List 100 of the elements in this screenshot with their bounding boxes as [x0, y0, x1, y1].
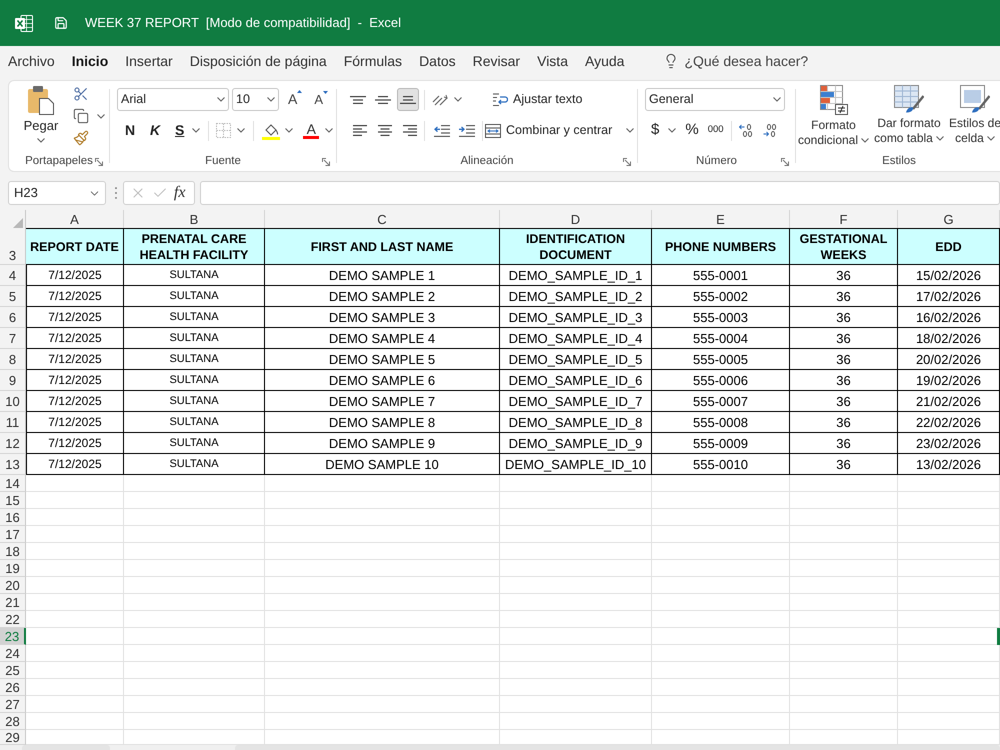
caret-icon[interactable] — [267, 97, 275, 102]
currency-button[interactable]: $ — [651, 119, 660, 142]
save-icon[interactable] — [54, 16, 68, 30]
menu-tab[interactable]: Datos — [419, 50, 456, 72]
row-number[interactable]: 26 — [0, 679, 26, 696]
caret-icon[interactable] — [861, 138, 870, 144]
menu-tab[interactable]: Fórmulas — [344, 50, 402, 72]
spreadsheet-logo-icon[interactable] — [15, 14, 33, 32]
row-number[interactable]: 13 — [0, 454, 26, 475]
row-number[interactable]: 6 — [0, 307, 26, 328]
grow-font-button[interactable]: A — [288, 89, 302, 110]
conditional-formatting-button[interactable]: Formato condicional — [796, 118, 871, 148]
font-size-field[interactable]: 10 — [232, 88, 279, 111]
caret-icon[interactable] — [454, 97, 462, 102]
more-options-icon[interactable] — [114, 187, 117, 199]
row-number[interactable]: 24 — [0, 645, 26, 662]
wrap-text-button[interactable]: Ajustar texto — [493, 88, 634, 111]
formula-input[interactable] — [200, 181, 1000, 205]
italic-button[interactable]: K — [150, 120, 164, 141]
row-number[interactable]: 19 — [0, 560, 26, 577]
row-number[interactable]: 14 — [0, 475, 26, 492]
percent-button[interactable]: % — [685, 119, 699, 142]
cut-icon[interactable] — [73, 86, 89, 102]
align-top-icon[interactable] — [350, 96, 366, 104]
dialog-launcher-icon[interactable] — [95, 158, 103, 166]
row-number[interactable]: 25 — [0, 662, 26, 679]
dialog-launcher-icon[interactable] — [781, 158, 789, 166]
copy-icon[interactable] — [73, 108, 89, 124]
search-field[interactable]: ¿Qué desea hacer? — [684, 50, 808, 72]
vertical-align-button[interactable] — [397, 88, 419, 111]
align-bottom-icon[interactable] — [400, 96, 416, 104]
menu-tab[interactable]: Archivo — [8, 50, 55, 72]
menu-tab[interactable]: Disposición de página — [190, 50, 327, 72]
underline-button[interactable]: S — [175, 120, 184, 141]
row-number[interactable]: 4 — [0, 265, 26, 286]
number-format-field[interactable]: General — [645, 88, 785, 111]
caret-icon[interactable] — [217, 97, 225, 102]
caret-icon[interactable] — [237, 128, 246, 133]
row-number[interactable]: 5 — [0, 286, 26, 307]
caret-icon[interactable] — [986, 136, 995, 142]
menu-tab[interactable]: Inicio — [72, 50, 108, 72]
row-number[interactable]: 10 — [0, 391, 26, 412]
caret-icon[interactable] — [325, 128, 334, 133]
row-number[interactable]: 18 — [0, 543, 26, 560]
menu-tab[interactable]: Vista — [537, 50, 568, 72]
format-as-table-button[interactable]: Dar formato como tabla — [871, 116, 947, 146]
row-number[interactable]: 21 — [0, 594, 26, 611]
caret-icon[interactable] — [668, 128, 676, 133]
font-name-field[interactable]: Arial — [117, 88, 229, 111]
row-number[interactable]: 3 — [0, 228, 26, 265]
menu-tab[interactable]: Insertar — [125, 50, 173, 72]
row-number[interactable]: 22 — [0, 611, 26, 628]
caret-icon[interactable] — [37, 138, 45, 143]
increase-indent-icon[interactable] — [459, 124, 475, 136]
decrease-decimal-icon[interactable] — [762, 124, 777, 137]
row-number[interactable]: 16 — [0, 509, 26, 526]
row-number[interactable]: 28 — [0, 713, 26, 730]
row-number[interactable]: 8 — [0, 349, 26, 370]
paste-icon[interactable] — [27, 85, 55, 115]
row-number[interactable]: 9 — [0, 370, 26, 391]
dialog-launcher-icon[interactable] — [623, 158, 631, 166]
row-number[interactable]: 15 — [0, 492, 26, 509]
horizontal-scrollbar[interactable] — [235, 745, 1000, 750]
row-number[interactable]: 11 — [0, 412, 26, 433]
bold-button[interactable]: N — [125, 120, 139, 141]
increase-decimal-icon[interactable] — [738, 124, 753, 137]
format-painter-icon[interactable] — [73, 130, 89, 146]
caret-icon[interactable] — [936, 136, 944, 142]
decrease-indent-icon[interactable] — [434, 124, 450, 136]
text-orientation-icon[interactable] — [432, 92, 448, 106]
row-number[interactable]: 7 — [0, 328, 26, 349]
dialog-launcher-icon[interactable] — [322, 158, 330, 166]
caret-icon[interactable] — [626, 128, 634, 133]
conditional-format-icon[interactable] — [820, 85, 848, 115]
paste-button[interactable]: Pegar — [19, 85, 63, 153]
name-box[interactable]: H23 — [8, 181, 106, 205]
merge-center-button[interactable]: Combinar y centrar — [485, 119, 634, 142]
menu-tab[interactable]: Revisar — [472, 50, 520, 72]
row-number[interactable]: 27 — [0, 696, 26, 713]
row-number[interactable]: 12 — [0, 433, 26, 454]
caret-icon[interactable] — [192, 128, 200, 133]
row-number[interactable]: 17 — [0, 526, 26, 543]
row-number[interactable]: 20 — [0, 577, 26, 594]
align-middle-icon[interactable] — [375, 96, 391, 104]
row-number[interactable]: 29 — [0, 730, 26, 745]
font-color-button[interactable]: A — [303, 122, 320, 139]
cell-styles-icon[interactable] — [960, 85, 990, 113]
menu-tab[interactable]: Ayuda — [584, 50, 624, 72]
shrink-font-button[interactable]: A — [314, 90, 328, 110]
align-center-icon[interactable] — [378, 125, 392, 136]
table-format-icon[interactable] — [894, 85, 924, 113]
align-right-icon[interactable] — [402, 125, 416, 136]
insert-function-button[interactable]: fx — [174, 181, 186, 205]
fill-color-icon[interactable] — [262, 122, 280, 140]
caret-icon[interactable] — [97, 114, 105, 118]
caret-icon[interactable] — [773, 97, 781, 102]
align-left-icon[interactable] — [352, 125, 366, 136]
table-cell: 19/02/2026 — [916, 373, 982, 388]
thousands-button[interactable]: 000 — [708, 123, 724, 138]
caret-icon[interactable] — [285, 128, 294, 133]
